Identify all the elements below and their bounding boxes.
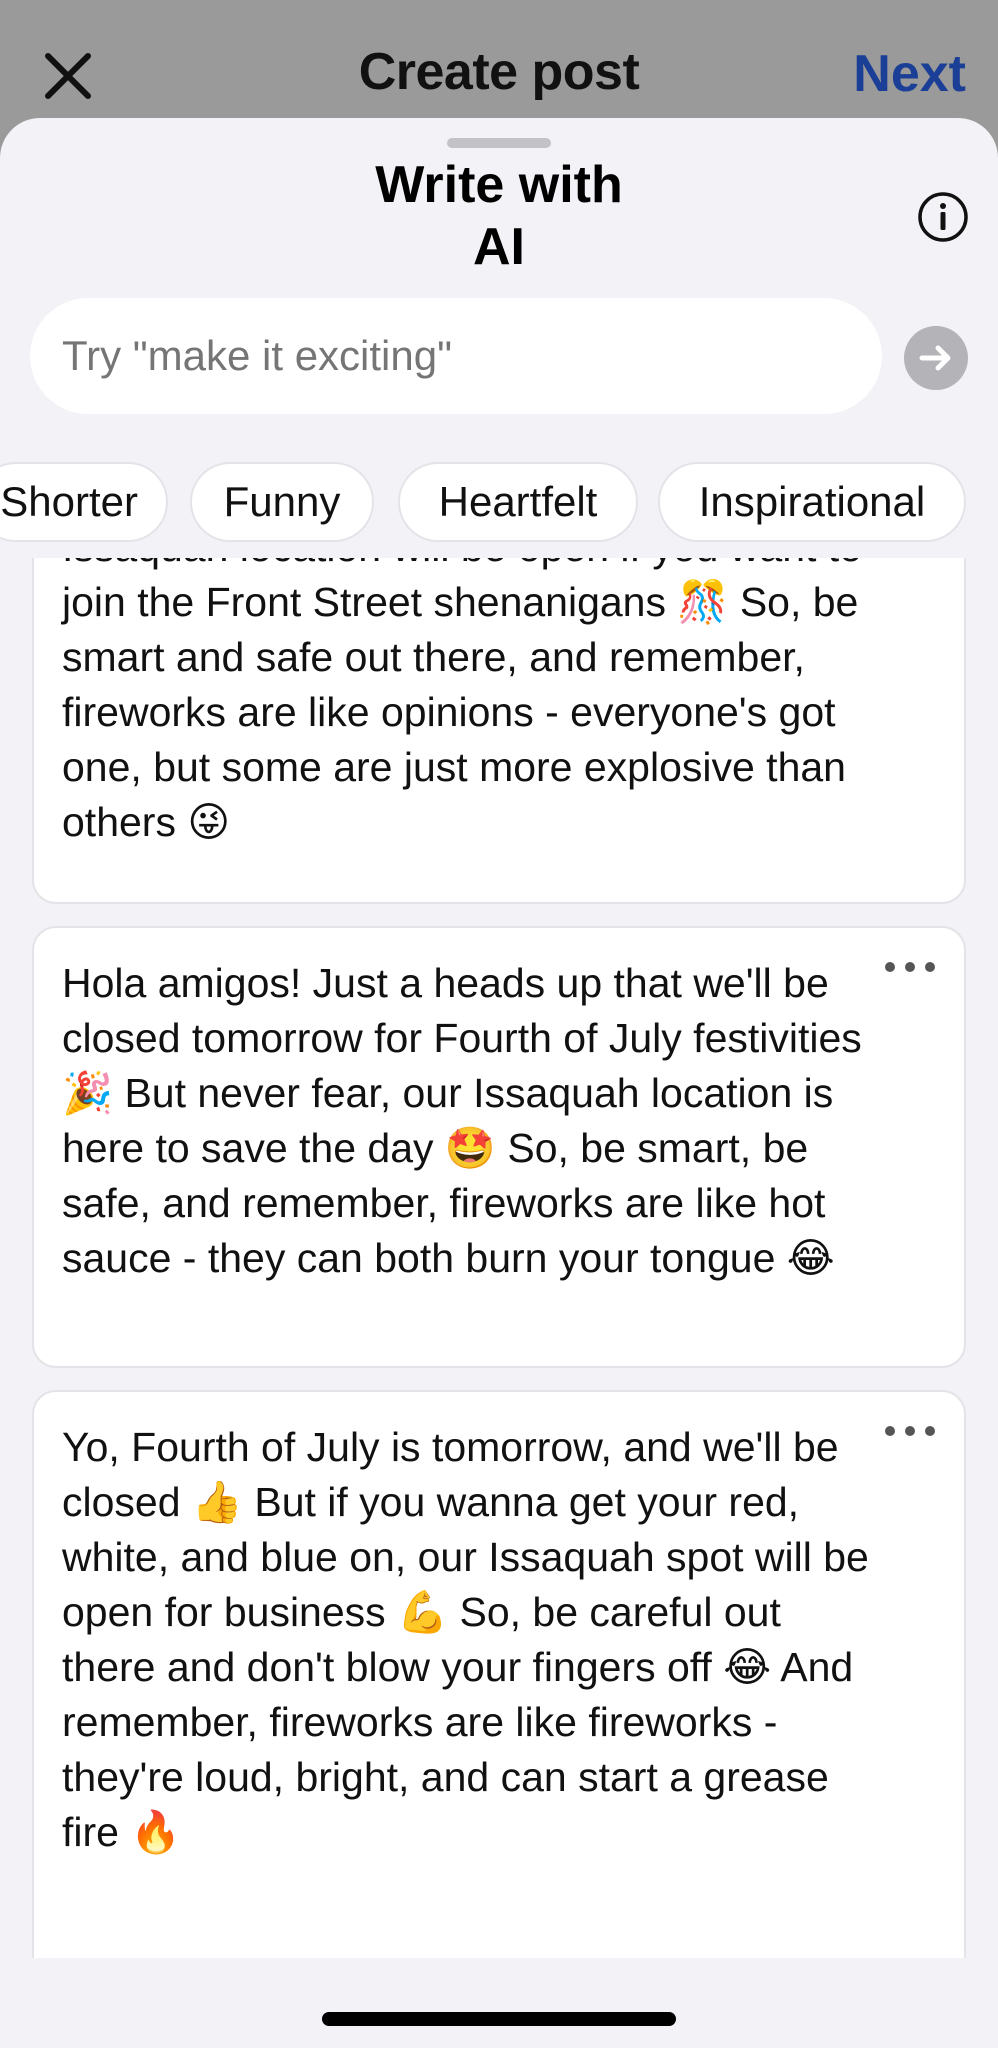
sheet-title-line1: Write with (375, 156, 623, 214)
sheet-grabber[interactable] (447, 138, 551, 148)
more-horizontal-icon[interactable] (882, 1416, 938, 1446)
chip-inspirational[interactable]: Inspirational (658, 462, 966, 542)
page-title: Create post (358, 43, 640, 101)
suggestion-card[interactable]: Hola amigos! Just a heads up that we'll … (32, 926, 966, 1368)
top-bar: Create post Next (0, 0, 998, 130)
chip-shorter[interactable]: Shorter (0, 462, 168, 542)
suggestion-chips: Shorter Funny Heartfelt Inspirational (0, 462, 998, 546)
arrow-right-icon[interactable] (904, 326, 968, 390)
write-with-ai-sheet: Write with AI Shorter Funny Heartfelt In… (0, 118, 998, 2048)
prompt-input[interactable] (30, 298, 882, 414)
chip-heartfelt[interactable]: Heartfelt (398, 462, 638, 542)
suggestion-text: Hola amigos! Just a heads up that we'll … (62, 960, 862, 1281)
suggestion-text: Yo, Fourth of July is tomorrow, and we'l… (62, 1424, 869, 1855)
home-indicator[interactable] (322, 2012, 676, 2026)
chip-funny[interactable]: Funny (190, 462, 374, 542)
ai-suggestions-list: Issaquah location will be open if you wa… (0, 558, 998, 1958)
suggestion-card[interactable]: Issaquah location will be open if you wa… (32, 558, 966, 904)
info-icon[interactable] (916, 190, 970, 244)
suggestion-card[interactable]: Yo, Fourth of July is tomorrow, and we'l… (32, 1390, 966, 1958)
more-horizontal-icon[interactable] (882, 952, 938, 982)
suggestion-text: Issaquah location will be open if you wa… (62, 558, 862, 845)
sheet-title-line2: AI (473, 218, 525, 276)
sheet-title: Write with AI (260, 154, 738, 278)
next-button[interactable]: Next (853, 44, 966, 104)
